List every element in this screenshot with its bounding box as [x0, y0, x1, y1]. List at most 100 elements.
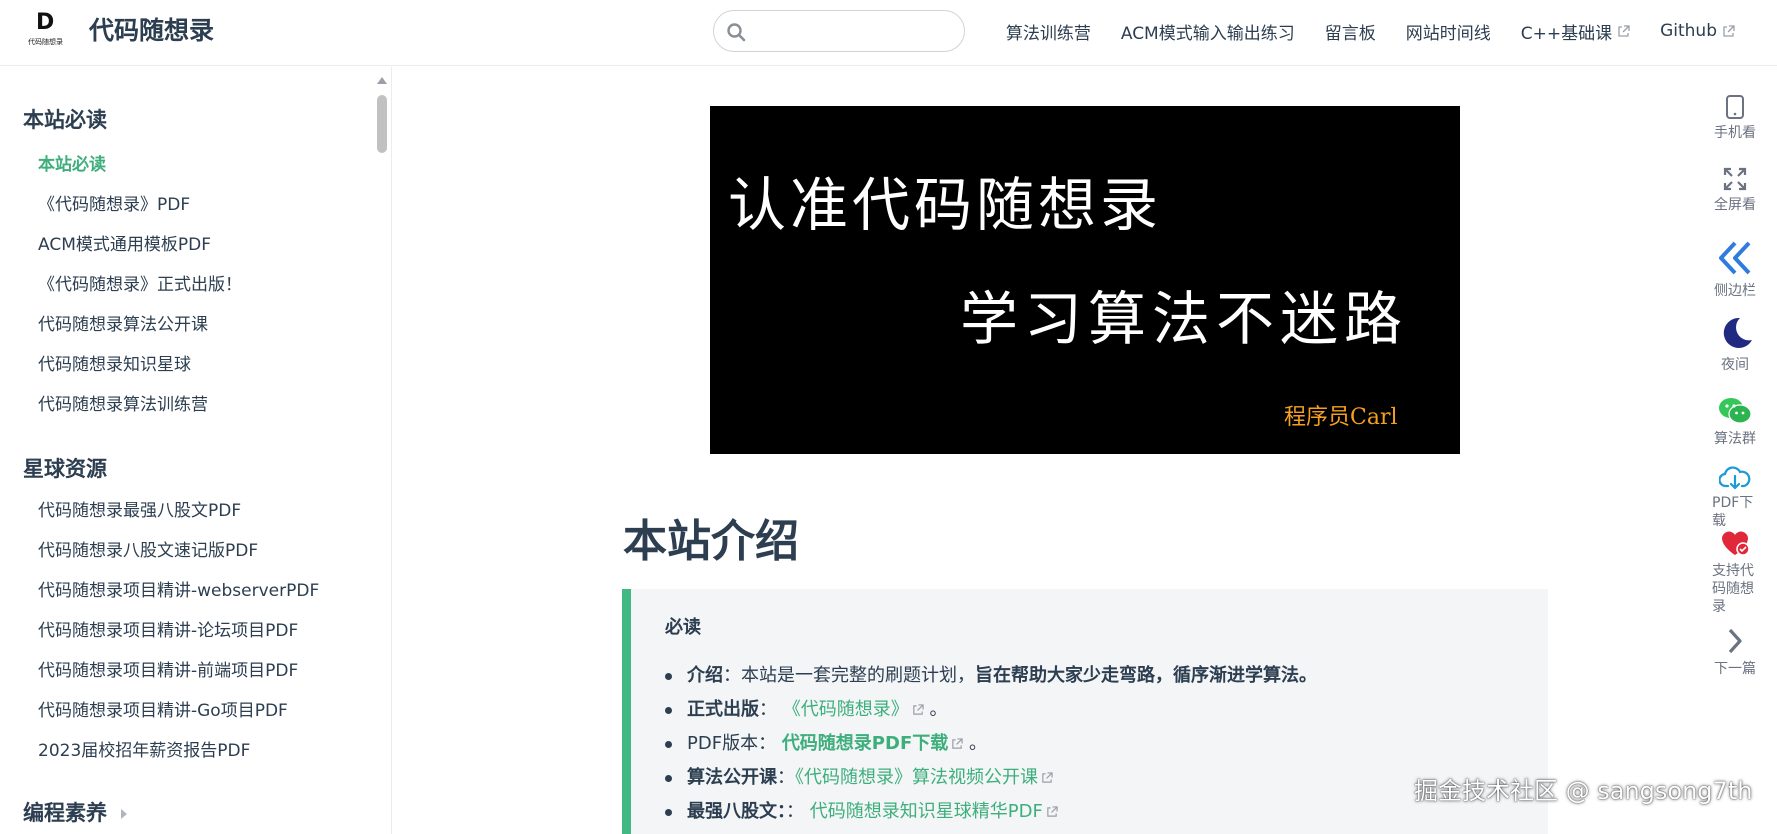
sidebar-item-pdf[interactable]: 《代码随想录》PDF: [38, 192, 190, 218]
list-item: 最强八股文：： 代码随想录知识星球精华PDF: [661, 795, 1317, 829]
sidebar-item-knowledge-planet[interactable]: 代码随想录知识星球: [38, 352, 191, 378]
external-link-icon: [952, 738, 963, 749]
toolbar-label: 手机看: [1714, 125, 1756, 141]
sidebar: 本站必读 本站必读 《代码随想录》PDF ACM模式通用模板PDF 《代码随想录…: [0, 67, 392, 834]
sidebar-item-training-camp[interactable]: 代码随想录算法训练营: [38, 392, 208, 418]
toolbar-sidebar-toggle[interactable]: 侧边栏: [1700, 238, 1770, 300]
toolbar-fullscreen[interactable]: 全屏看: [1700, 166, 1770, 214]
toolbar-label: 侧边栏: [1714, 283, 1756, 299]
sidebar-scrollbar[interactable]: [377, 95, 387, 153]
nav-links: 算法训练营 ACM模式输入输出练习 留言板 网站时间线 C++基础课 Githu…: [976, 0, 1735, 62]
nav-link-message-board[interactable]: 留言板: [1325, 19, 1376, 44]
link-published-book[interactable]: 《代码随想录》: [783, 699, 924, 720]
top-navbar: D 代码随想录 代码随想录 算法训练营 ACM模式输入输出练习 留言板 网站时间…: [0, 0, 1777, 66]
nav-link-label: 留言板: [1324, 23, 1376, 44]
item-separator: ：: [786, 801, 804, 822]
item-separator: ：: [758, 733, 777, 754]
external-link-icon: [1042, 772, 1053, 783]
item-separator: ：: [759, 699, 777, 720]
scroll-up-arrow[interactable]: [377, 77, 387, 84]
sidebar-section-collapsible[interactable]: 编程素养: [23, 798, 127, 828]
toolbar-label: 支持代码随想录: [1712, 563, 1754, 612]
sidebar-item-salary-report[interactable]: 2023届校招年薪资报告PDF: [38, 738, 250, 764]
site-logo[interactable]: D 代码随想录: [28, 10, 63, 48]
tip-title: 必读: [665, 617, 701, 638]
item-label: 最强八股文：: [687, 801, 786, 822]
link-pdf-download[interactable]: 代码随想录PDF下载: [782, 733, 963, 754]
nav-link-label: 算法训练营: [1005, 23, 1091, 44]
search-box[interactable]: [713, 10, 965, 52]
nav-link-cpp-course[interactable]: C++基础课: [1521, 19, 1630, 44]
sidebar-item-baguwen-quick[interactable]: 代码随想录八股文速记版PDF: [38, 538, 258, 564]
sidebar-item-forum[interactable]: 代码随想录项目精讲-论坛项目PDF: [38, 618, 298, 644]
sidebar-item-go[interactable]: 代码随想录项目精讲-Go项目PDF: [38, 698, 288, 724]
item-label: 介绍: [687, 665, 723, 686]
search-input[interactable]: [754, 17, 954, 45]
toolbar-label: 全屏看: [1714, 197, 1756, 213]
toolbar-label: 下一篇: [1714, 661, 1756, 677]
item-separator: ：: [723, 665, 741, 686]
site-title[interactable]: 代码随想录: [89, 14, 214, 48]
item-bold-text: 旨在帮助大家少走弯路，循序渐进学算法。: [975, 665, 1317, 686]
logo-letter: D: [36, 10, 55, 35]
tip-list: 介绍：本站是一套完整的刷题计划，旨在帮助大家少走弯路，循序渐进学算法。 正式出版…: [661, 659, 1317, 829]
page-title: 本站介绍: [623, 516, 799, 567]
toolbar-label: 夜间: [1721, 357, 1749, 373]
sidebar-item-published[interactable]: 《代码随想录》正式出版！: [38, 272, 242, 298]
heart-icon: [1722, 531, 1750, 556]
external-link-icon: [1618, 24, 1630, 37]
toolbar-mobile-view[interactable]: 手机看: [1700, 94, 1770, 142]
sidebar-section-title: 编程素养: [23, 801, 107, 825]
nav-link-label: Github: [1660, 21, 1717, 41]
link-text: 代码随想录PDF下载: [781, 733, 949, 754]
item-text: 本站是一套完整的刷题计划，: [741, 665, 975, 686]
sidebar-section-title[interactable]: 本站必读: [23, 105, 107, 135]
tablet-icon: [1726, 95, 1744, 119]
external-link-icon: [1723, 24, 1735, 37]
double-chevron-left-icon: [1719, 241, 1751, 275]
banner-image: 认准代码随想录 学习算法不迷路 程序员Carl: [710, 106, 1460, 454]
list-item: 正式出版： 《代码随想录》 。: [661, 693, 1317, 727]
banner-line-2: 学习算法不迷路: [960, 285, 1409, 353]
toolbar-support[interactable]: 支持代码随想录: [1700, 528, 1770, 612]
sidebar-section-title[interactable]: 星球资源: [23, 454, 107, 484]
toolbar-wechat-group[interactable]: 算法群: [1700, 396, 1770, 448]
sidebar-item-acm-template[interactable]: ACM模式通用模板PDF: [38, 232, 211, 258]
nav-link-label: ACM模式输入输出练习: [1120, 23, 1295, 44]
item-tail: 。: [968, 733, 987, 754]
toolbar-night-mode[interactable]: 夜间: [1700, 314, 1770, 374]
list-item: 介绍：本站是一套完整的刷题计划，旨在帮助大家少走弯路，循序渐进学算法。: [661, 659, 1317, 693]
item-separator: ：: [777, 767, 795, 788]
link-planet-pdf[interactable]: 代码随想录知识星球精华PDF: [810, 801, 1058, 822]
sidebar-item-frontend[interactable]: 代码随想录项目精讲-前端项目PDF: [38, 658, 298, 684]
toolbar-label: 算法群: [1714, 431, 1756, 447]
list-item: PDF版本： 代码随想录PDF下载 。: [661, 727, 1317, 761]
list-item: 算法公开课：《代码随想录》算法视频公开课: [661, 761, 1317, 795]
toolbar-pdf-download[interactable]: PDF下载: [1700, 466, 1770, 530]
external-link-icon: [912, 704, 924, 715]
link-open-course-video[interactable]: 《代码随想录》算法视频公开课: [795, 767, 1053, 788]
banner-line-1: 认准代码随想录: [728, 171, 1163, 239]
link-text: 《代码随想录》算法视频公开课: [795, 767, 1038, 788]
nav-link-acm-practice[interactable]: ACM模式输入输出练习: [1121, 19, 1295, 44]
sidebar-item-open-course[interactable]: 代码随想录算法公开课: [38, 312, 208, 338]
item-label: 算法公开课: [687, 767, 777, 788]
sidebar-item-must-read[interactable]: 本站必读: [38, 152, 106, 178]
nav-link-timeline[interactable]: 网站时间线: [1406, 19, 1491, 44]
sidebar-item-webserver[interactable]: 代码随想录项目精讲-webserverPDF: [38, 578, 319, 604]
banner-signature: 程序员Carl: [1284, 405, 1398, 430]
link-text: 《代码随想录》: [782, 699, 909, 720]
caret-right-icon: [121, 809, 127, 819]
external-link-icon: [1047, 806, 1058, 817]
nav-link-training-camp[interactable]: 算法训练营: [1006, 19, 1091, 44]
item-tail: 。: [929, 699, 948, 720]
nav-link-github[interactable]: Github: [1660, 21, 1735, 41]
toolbar-next-article[interactable]: 下一篇: [1700, 626, 1770, 678]
item-label: 正式出版: [687, 699, 759, 720]
toolbar-label: PDF下载: [1712, 495, 1754, 529]
item-label: PDF版本: [687, 733, 759, 754]
watermark: 掘金技术社区 @ sangsong7th: [1414, 777, 1753, 805]
search-icon: [727, 23, 746, 42]
sidebar-item-baguwen[interactable]: 代码随想录最强八股文PDF: [38, 498, 241, 524]
fullscreen-icon: [1723, 167, 1747, 191]
